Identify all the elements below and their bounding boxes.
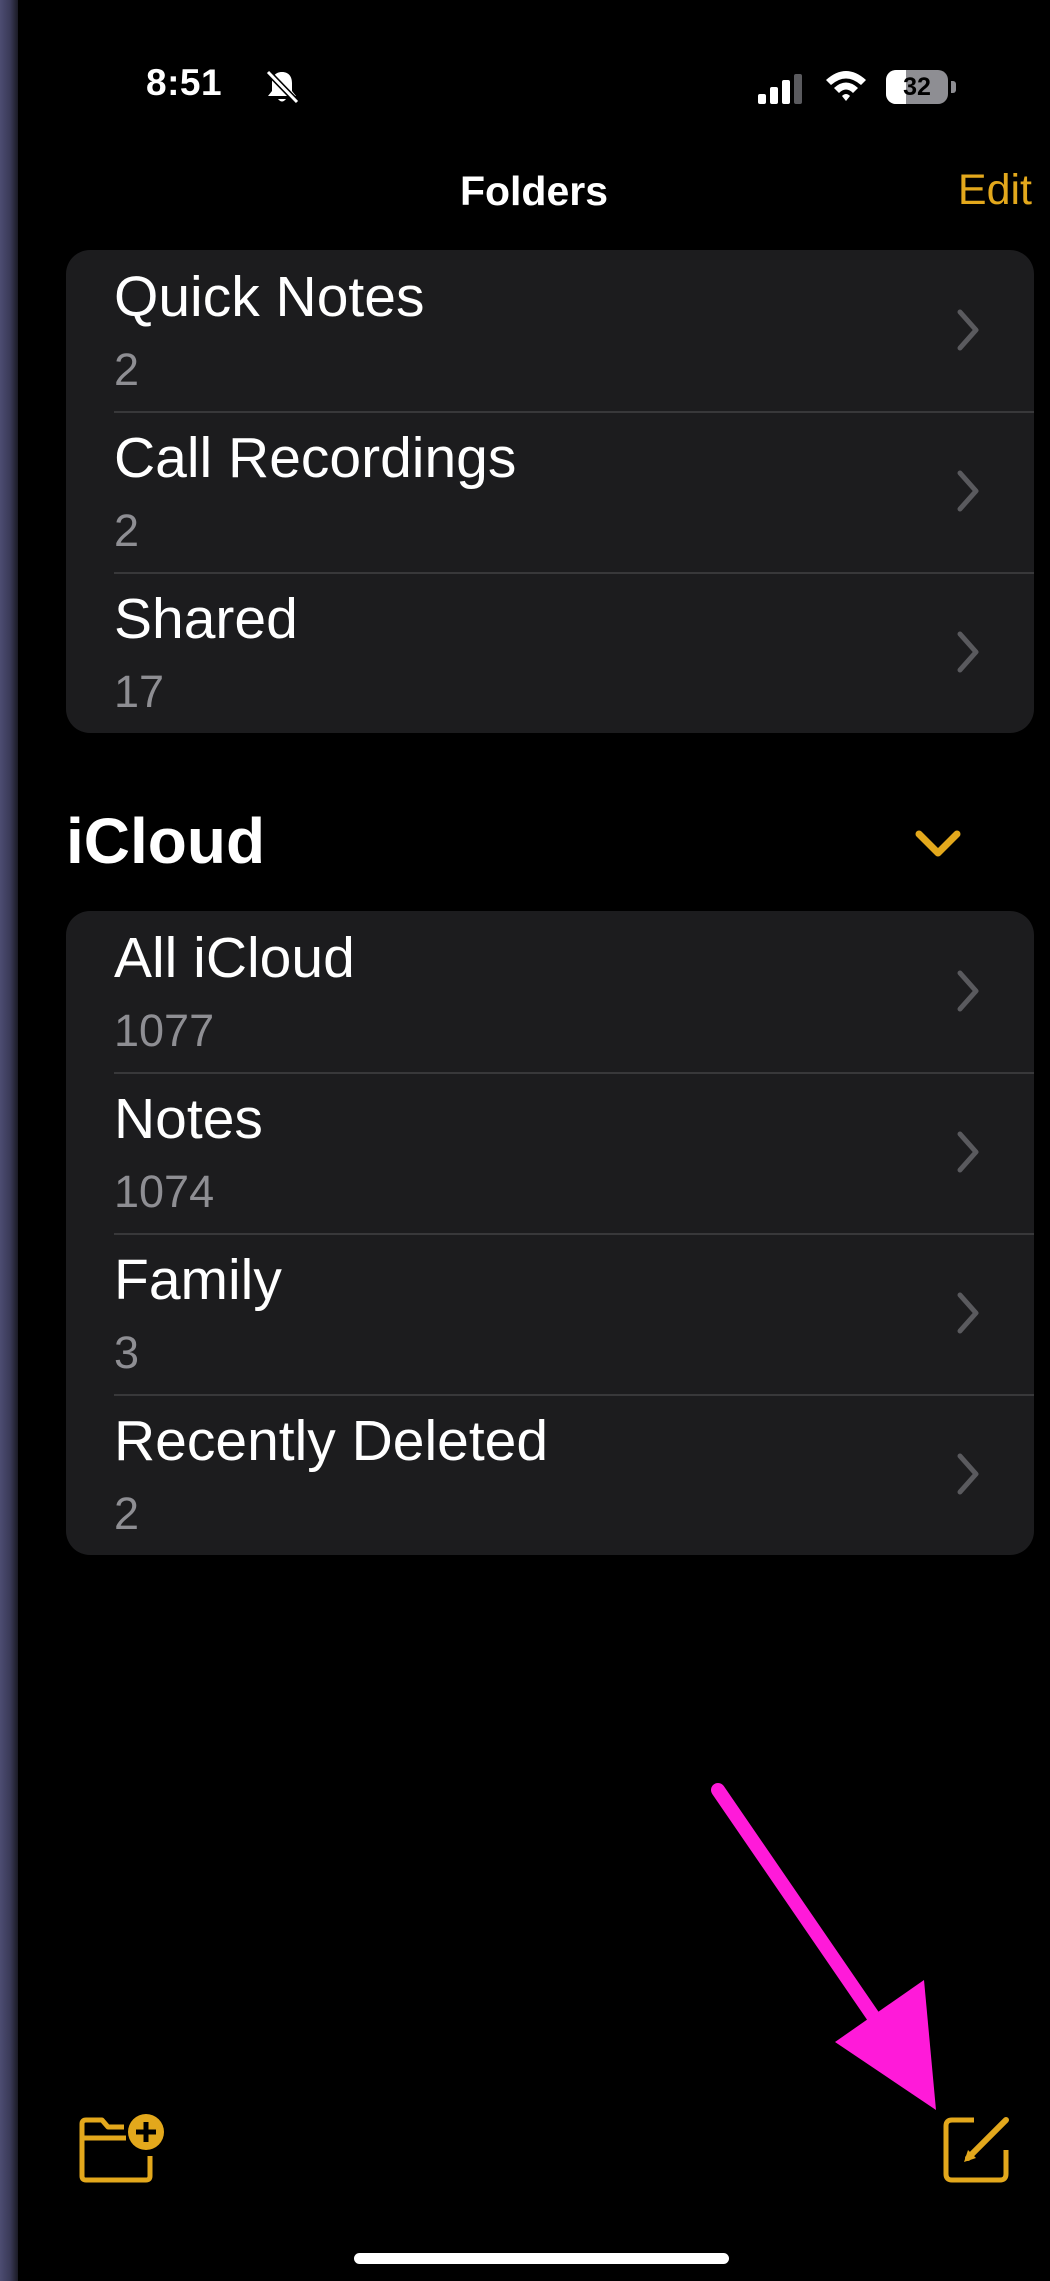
folder-name: Family [114,1248,282,1312]
folder-count: 1077 [114,1005,215,1056]
folder-row-call-recordings[interactable]: Call Recordings 2 [66,411,1034,572]
battery-body: 32 [886,70,948,104]
chevron-right-icon [957,631,979,673]
folder-count: 2 [114,344,140,395]
folder-row-shared[interactable]: Shared 17 [66,572,1034,733]
folder-count: 3 [114,1327,140,1378]
chevron-right-icon [957,470,979,512]
section-title-icloud: iCloud [66,805,266,877]
folder-count: 17 [114,666,165,717]
folder-name: Recently Deleted [114,1409,549,1473]
home-indicator[interactable] [354,2253,729,2264]
battery-level: 32 [903,73,931,101]
new-folder-icon[interactable] [76,2110,172,2186]
notes-folders-screen: 8:51 32 Folders Edit Quick Notes 2 Call … [18,0,1050,2281]
top-folders-group: Quick Notes 2 Call Recordings 2 Shared 1… [66,250,1034,733]
status-time: 8:51 [146,62,223,103]
folder-name: All iCloud [114,926,355,990]
annotation-arrow-icon [711,1783,936,2110]
folder-name: Notes [114,1087,263,1151]
folder-row-notes[interactable]: Notes 1074 [66,1072,1034,1233]
chevron-right-icon [957,1453,979,1495]
battery-cap [951,81,956,93]
chevron-down-icon[interactable] [913,828,963,860]
folder-name: Shared [114,587,298,651]
signal-icon [758,74,802,104]
folder-count: 2 [114,505,140,556]
edit-button[interactable]: Edit [958,166,1032,215]
chevron-right-icon [957,309,979,351]
chevron-right-icon [957,970,979,1012]
folder-count: 2 [114,1488,140,1539]
folder-row-quick-notes[interactable]: Quick Notes 2 [66,250,1034,411]
compose-icon[interactable] [938,2110,1016,2188]
folder-name: Quick Notes [114,265,425,329]
folder-row-recently-deleted[interactable]: Recently Deleted 2 [66,1394,1034,1555]
folder-name: Call Recordings [114,426,517,490]
folder-row-all-icloud[interactable]: All iCloud 1077 [66,911,1034,1072]
folder-row-family[interactable]: Family 3 [66,1233,1034,1394]
wifi-icon [826,71,866,101]
bell-slash-icon [265,69,300,105]
icloud-folders-group: All iCloud 1077 Notes 1074 Family 3 Rece… [66,911,1034,1555]
chevron-right-icon [957,1292,979,1334]
page-title: Folders [459,168,609,214]
folder-count: 1074 [114,1166,215,1217]
battery-icon: 32 [886,70,958,104]
chevron-right-icon [957,1131,979,1173]
